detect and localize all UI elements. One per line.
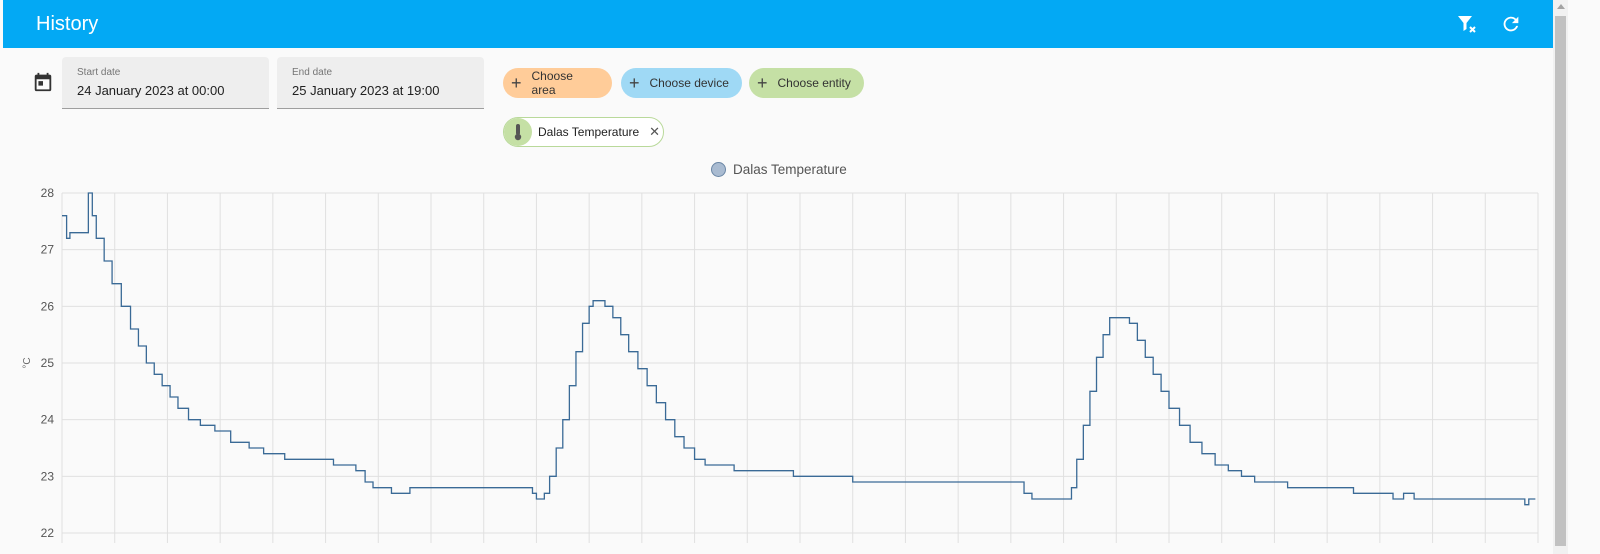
y-tick-label: 25 bbox=[41, 356, 55, 370]
filter-remove-button[interactable] bbox=[1445, 2, 1489, 46]
plus-icon: + bbox=[757, 73, 768, 93]
scroll-up-arrow-icon[interactable] bbox=[1557, 4, 1565, 9]
calendar-icon[interactable] bbox=[32, 71, 54, 98]
thermometer-icon bbox=[504, 118, 532, 146]
selected-entity-name: Dalas Temperature bbox=[538, 125, 640, 139]
choose-area-chip[interactable]: + Choose area bbox=[503, 68, 612, 98]
end-date-field[interactable]: End date 25 January 2023 at 19:00 bbox=[277, 57, 484, 109]
filter-remove-icon bbox=[1458, 16, 1476, 33]
toolbar-actions bbox=[1445, 2, 1533, 46]
page-scrollbar[interactable] bbox=[1553, 0, 1568, 554]
remove-entity-close-icon[interactable]: ✕ bbox=[649, 124, 660, 140]
refresh-icon bbox=[1503, 16, 1519, 32]
plus-icon: + bbox=[629, 73, 640, 93]
y-tick-label: 28 bbox=[41, 186, 55, 200]
y-tick-label: 23 bbox=[41, 469, 55, 483]
end-date-value: 25 January 2023 at 19:00 bbox=[292, 83, 440, 98]
y-tick-label: 22 bbox=[41, 526, 55, 540]
refresh-button[interactable] bbox=[1489, 2, 1533, 46]
start-date-field[interactable]: Start date 24 January 2023 at 00:00 bbox=[62, 57, 269, 109]
legend-label: Dalas Temperature bbox=[733, 162, 847, 177]
app-toolbar: History bbox=[3, 0, 1553, 48]
y-tick-label: 26 bbox=[41, 299, 55, 313]
start-date-value: 24 January 2023 at 00:00 bbox=[77, 83, 225, 98]
selected-entity-chip[interactable]: Dalas Temperature ✕ bbox=[503, 117, 664, 147]
history-chart: 22 23 24 25 26 27 28 °C bbox=[22, 186, 1539, 543]
plus-icon: + bbox=[511, 73, 522, 93]
choose-entity-chip[interactable]: + Choose entity bbox=[749, 68, 864, 98]
y-tick-label: 27 bbox=[41, 243, 55, 257]
choose-entity-label: Choose entity bbox=[777, 76, 851, 90]
legend-swatch bbox=[711, 162, 726, 177]
chart-legend[interactable]: Dalas Temperature bbox=[711, 162, 847, 177]
page-title: History bbox=[36, 12, 99, 35]
start-date-label: Start date bbox=[77, 67, 121, 78]
scrollbar-thumb[interactable] bbox=[1555, 16, 1566, 546]
choose-device-chip[interactable]: + Choose device bbox=[621, 68, 742, 98]
y-tick-label: 24 bbox=[41, 413, 55, 427]
choose-area-label: Choose area bbox=[531, 69, 573, 97]
series-line bbox=[62, 192, 1536, 506]
choose-device-label: Choose device bbox=[649, 76, 729, 90]
end-date-label: End date bbox=[292, 67, 333, 78]
y-axis-label: °C bbox=[22, 357, 33, 368]
